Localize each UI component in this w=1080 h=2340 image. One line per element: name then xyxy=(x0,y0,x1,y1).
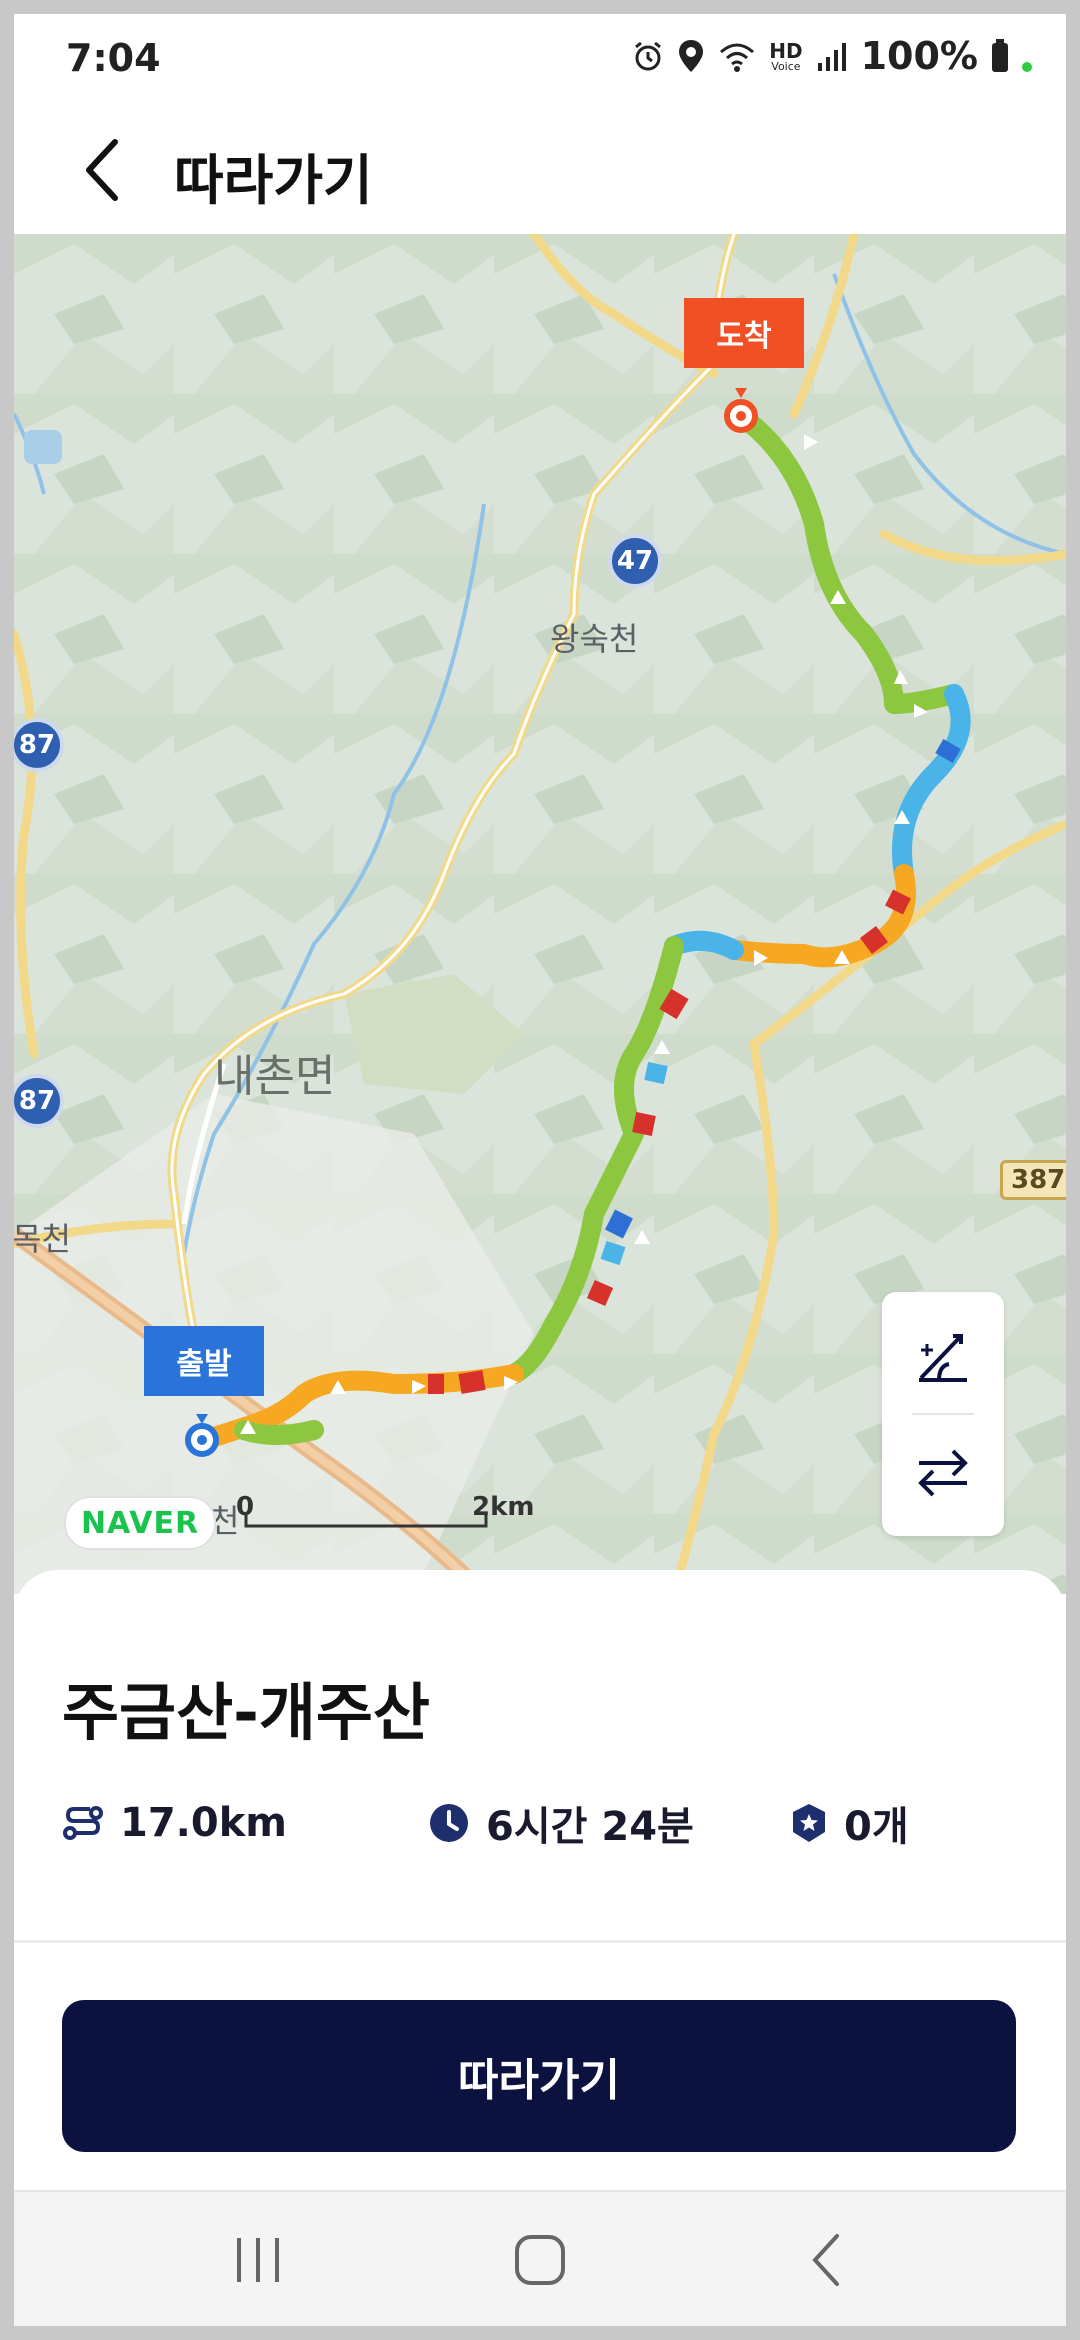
road-sign-387: 387 xyxy=(1000,1160,1066,1200)
back-button[interactable] xyxy=(66,132,136,207)
clock-icon xyxy=(430,1804,468,1842)
system-nav-bar xyxy=(14,2190,1066,2326)
reverse-button[interactable] xyxy=(882,1416,1004,1528)
stat-badges: 0개 xyxy=(790,1788,909,1858)
reverse-icon xyxy=(918,1449,968,1497)
charging-dot xyxy=(1022,62,1032,72)
voice-label: Voice xyxy=(771,59,801,73)
controls-divider xyxy=(912,1413,974,1415)
screen: 7:04 HD Voice 100% 따라가기 내촌면 왕숙천 목천 천 47 … xyxy=(14,14,1066,2326)
nav-back-button[interactable] xyxy=(766,2212,886,2308)
route-badge-47: 47 xyxy=(608,534,662,588)
location-icon xyxy=(679,40,704,72)
map-controls xyxy=(882,1292,1004,1536)
wifi-icon xyxy=(720,43,755,72)
stat-distance: 17.0km xyxy=(62,1788,287,1858)
alarm-icon xyxy=(635,41,662,71)
battery-percent: 100% xyxy=(860,34,978,78)
follow-button[interactable]: 따라가기 xyxy=(62,2000,1016,2152)
home-icon xyxy=(515,2235,565,2285)
hd-label: HD xyxy=(769,38,803,63)
badges-value: 0개 xyxy=(844,1804,909,1850)
duration-value: 6시간 24분 xyxy=(486,1804,694,1850)
hd-voice-icon: HD Voice xyxy=(769,41,802,72)
signal-icon xyxy=(817,43,846,71)
battery-icon xyxy=(992,39,1008,72)
end-pin-label[interactable]: 도착 xyxy=(684,298,804,368)
naver-logo: NAVER xyxy=(64,1496,216,1550)
map-view[interactable]: 내촌면 왕숙천 목천 천 47 87 87 387 출발 도착 NAVER 0 … xyxy=(14,234,1066,1594)
header: 따라가기 xyxy=(14,94,1066,244)
stat-duration: 6시간 24분 xyxy=(428,1788,694,1858)
recent-apps-button[interactable] xyxy=(198,2212,318,2308)
town-label: 내촌면 xyxy=(214,1051,336,1102)
back-icon xyxy=(812,2234,839,2286)
slope-icon xyxy=(919,1334,967,1382)
course-stats: 17.0km 6시간 24분 0개 xyxy=(62,1788,1042,1858)
place-label-wangsukcheon: 왕숙천 xyxy=(550,620,639,658)
slope-button[interactable] xyxy=(882,1302,1004,1414)
status-bar: 7:04 HD Voice 100% xyxy=(14,14,1066,94)
badge-icon xyxy=(793,1804,825,1842)
start-pin-label[interactable]: 출발 xyxy=(144,1326,264,1396)
course-name: 주금산-개주산 xyxy=(62,1676,430,1749)
recent-apps-icon xyxy=(237,2238,279,2282)
place-label-mokcheon: 목천 xyxy=(14,1220,71,1258)
sheet-divider xyxy=(14,1940,1066,1943)
home-button[interactable] xyxy=(480,2212,600,2308)
scale-end: 2km xyxy=(472,1492,535,1522)
scale-start: 0 xyxy=(236,1492,255,1522)
page-title: 따라가기 xyxy=(174,149,373,212)
distance-icon xyxy=(63,1806,103,1840)
chevron-left-icon xyxy=(86,138,118,201)
status-time: 7:04 xyxy=(66,36,161,80)
distance-value: 17.0km xyxy=(120,1800,287,1846)
status-icons: HD Voice 100% xyxy=(631,32,1032,80)
course-sheet: 주금산-개주산 17.0km 6시간 24분 0개 따라가기 xyxy=(14,1570,1066,2190)
